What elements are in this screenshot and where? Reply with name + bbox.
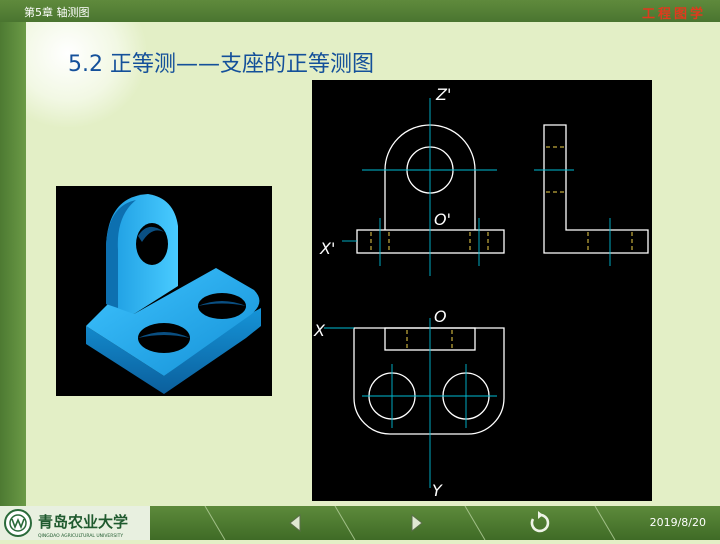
- university-name: 青岛农业大学: [38, 513, 128, 531]
- front-center-lines: [342, 98, 497, 276]
- return-button[interactable]: [526, 510, 552, 536]
- slide-title: 5.2 正等测——支座的正等测图: [68, 52, 374, 77]
- side-center-lines: [534, 169, 611, 266]
- top-view: [353, 327, 505, 435]
- top-bar: 第5章 轴测图 工程图学: [0, 0, 720, 22]
- university-logo-icon: 青岛农业大学 QINGDAO AGRICULTURAL UNIVERSITY: [0, 506, 150, 540]
- top-center-lines: [324, 318, 497, 488]
- support-3d-model-image: [86, 194, 261, 394]
- side-hidden-lines: [546, 146, 633, 251]
- origin-top-label: O: [434, 307, 447, 326]
- chapter-label: 第5章 轴测图: [24, 6, 90, 19]
- previous-slide-button[interactable]: [282, 510, 308, 536]
- previous-slide-icon: [289, 513, 301, 533]
- university-name-en: QINGDAO AGRICULTURAL UNIVERSITY: [38, 533, 123, 539]
- slide-date: 2019/8/20: [649, 516, 706, 529]
- front-view: [356, 124, 505, 254]
- bottom-bar: 青岛农业大学 QINGDAO AGRICULTURAL UNIVERSITY 2…: [0, 506, 720, 540]
- course-brand: 工程图学: [641, 7, 706, 22]
- front-hidden-lines: [370, 232, 489, 251]
- university-logo-area: 青岛农业大学 QINGDAO AGRICULTURAL UNIVERSITY: [0, 506, 150, 540]
- left-frame-strip: [0, 22, 26, 506]
- next-slide-button[interactable]: [404, 510, 430, 536]
- return-icon: [530, 511, 550, 533]
- origin-front-label: O': [434, 210, 451, 229]
- support-3d-render: [56, 186, 272, 396]
- x-axis-top-label: X: [313, 321, 326, 340]
- orthographic-views-svg: Z' O' X' O X Y: [313, 85, 649, 500]
- top-hidden-lines: [406, 330, 453, 348]
- z-axis-label: Z': [435, 85, 451, 104]
- x-axis-front-label: X': [319, 239, 335, 258]
- three-view-drawing: Z' O' X' O X Y: [312, 80, 652, 501]
- next-slide-icon: [411, 513, 423, 533]
- y-axis-label: Y: [432, 481, 443, 500]
